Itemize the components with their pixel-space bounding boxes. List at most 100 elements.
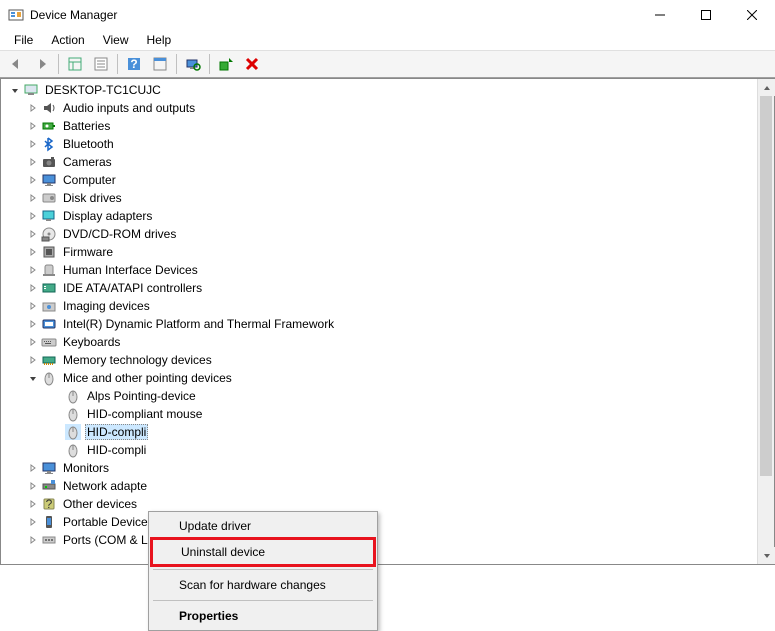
close-button[interactable] (729, 0, 775, 30)
context-uninstall-device[interactable]: Uninstall device (153, 540, 373, 564)
category-label: Bluetooth (61, 137, 116, 151)
toolbar-separator (117, 54, 118, 74)
expander-icon[interactable] (27, 156, 39, 168)
category-icon (41, 190, 57, 206)
mouse-icon (65, 388, 81, 404)
tree-category[interactable]: Human Interface Devices (5, 261, 757, 279)
category-label: Mice and other pointing devices (61, 371, 234, 385)
tree-category[interactable]: ? Other devices (5, 495, 757, 513)
content-area: DESKTOP-TC1CUJC Audio inputs and outputs… (0, 78, 775, 565)
computer-icon (23, 82, 39, 98)
tree-category[interactable]: Memory technology devices (5, 351, 757, 369)
expander-icon[interactable] (27, 210, 39, 222)
svg-text:?: ? (130, 57, 137, 71)
tree-category[interactable]: Portable Device (5, 513, 757, 531)
tree-category[interactable]: Disk drives (5, 189, 757, 207)
expander-icon[interactable] (27, 336, 39, 348)
category-label: Computer (61, 173, 118, 187)
expander-icon[interactable] (27, 498, 39, 510)
minimize-button[interactable] (637, 0, 683, 30)
tree-category[interactable]: DVD/CD-ROM drives (5, 225, 757, 243)
tree-category[interactable]: Cameras (5, 153, 757, 171)
update-driver-button[interactable] (214, 52, 238, 76)
tree-category[interactable]: Keyboards (5, 333, 757, 351)
expander-icon[interactable] (27, 174, 39, 186)
menu-view[interactable]: View (95, 31, 137, 49)
tree-root[interactable]: DESKTOP-TC1CUJC (5, 81, 757, 99)
expander-icon[interactable] (27, 282, 39, 294)
category-icon (41, 532, 57, 548)
menu-action[interactable]: Action (43, 31, 92, 49)
tree-category[interactable]: Display adapters (5, 207, 757, 225)
mouse-icon (65, 424, 81, 440)
expander-icon[interactable] (27, 462, 39, 474)
expander-icon[interactable] (27, 354, 39, 366)
category-label: IDE ATA/ATAPI controllers (61, 281, 204, 295)
scan-hardware-button[interactable] (181, 52, 205, 76)
expander-icon[interactable] (27, 228, 39, 240)
scroll-down-button[interactable] (758, 547, 775, 564)
expander-icon[interactable] (27, 318, 39, 330)
back-button[interactable] (4, 52, 28, 76)
category-icon (41, 370, 57, 386)
expander-icon[interactable] (27, 372, 39, 384)
expander-icon[interactable] (27, 516, 39, 528)
expander-icon[interactable] (27, 102, 39, 114)
properties-button[interactable] (89, 52, 113, 76)
expander-icon[interactable] (9, 84, 21, 96)
category-icon (41, 478, 57, 494)
category-label: Batteries (61, 119, 112, 133)
spacer (51, 408, 63, 420)
menu-file[interactable]: File (6, 31, 41, 49)
toolbar: ? (0, 50, 775, 78)
tree-category[interactable]: Ports (COM & LPT) (5, 531, 757, 549)
tree-category[interactable]: Intel(R) Dynamic Platform and Thermal Fr… (5, 315, 757, 333)
category-icon (41, 118, 57, 134)
tree-category[interactable]: Bluetooth (5, 135, 757, 153)
category-label: Keyboards (61, 335, 122, 349)
category-icon (41, 154, 57, 170)
tree-category[interactable]: Batteries (5, 117, 757, 135)
tree-device[interactable]: HID-compli (5, 441, 757, 459)
context-properties[interactable]: Properties (151, 604, 375, 628)
category-icon (41, 244, 57, 260)
action-button[interactable] (148, 52, 172, 76)
expander-icon[interactable] (27, 192, 39, 204)
scroll-thumb[interactable] (760, 96, 772, 476)
tree-device[interactable]: Alps Pointing-device (5, 387, 757, 405)
category-icon (41, 136, 57, 152)
context-scan-hardware[interactable]: Scan for hardware changes (151, 573, 375, 597)
uninstall-button[interactable] (240, 52, 264, 76)
category-label: Other devices (61, 497, 139, 511)
expander-icon[interactable] (27, 246, 39, 258)
vertical-scrollbar[interactable] (757, 79, 774, 564)
tree-category[interactable]: Monitors (5, 459, 757, 477)
tree-category[interactable]: Mice and other pointing devices (5, 369, 757, 387)
category-label: Human Interface Devices (61, 263, 200, 277)
tree-category[interactable]: Audio inputs and outputs (5, 99, 757, 117)
app-icon (8, 7, 24, 23)
category-label: Imaging devices (61, 299, 152, 313)
show-hide-tree-button[interactable] (63, 52, 87, 76)
tree-category[interactable]: Imaging devices (5, 297, 757, 315)
tree-category[interactable]: IDE ATA/ATAPI controllers (5, 279, 757, 297)
expander-icon[interactable] (27, 480, 39, 492)
expander-icon[interactable] (27, 264, 39, 276)
expander-icon[interactable] (27, 138, 39, 150)
maximize-button[interactable] (683, 0, 729, 30)
expander-icon[interactable] (27, 120, 39, 132)
scroll-up-button[interactable] (758, 79, 775, 96)
menu-help[interactable]: Help (139, 31, 180, 49)
svg-text:?: ? (46, 497, 53, 511)
help-button[interactable]: ? (122, 52, 146, 76)
tree-category[interactable]: Firmware (5, 243, 757, 261)
tree-category[interactable]: Network adapte (5, 477, 757, 495)
tree-device[interactable]: HID-compliant mouse (5, 405, 757, 423)
tree-category[interactable]: Computer (5, 171, 757, 189)
expander-icon[interactable] (27, 300, 39, 312)
context-update-driver[interactable]: Update driver (151, 514, 375, 538)
forward-button[interactable] (30, 52, 54, 76)
expander-icon[interactable] (27, 534, 39, 546)
tree-device[interactable]: HID-compli (5, 423, 757, 441)
device-tree[interactable]: DESKTOP-TC1CUJC Audio inputs and outputs… (1, 79, 757, 564)
